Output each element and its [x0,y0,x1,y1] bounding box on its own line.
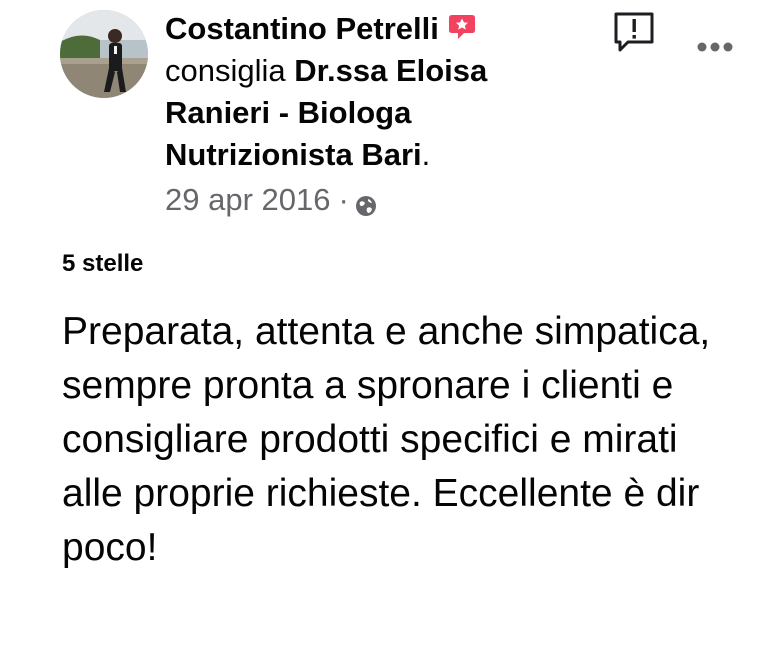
review-post: Costantino Petrelli consiglia Dr.ssa Elo… [0,0,771,658]
more-options-icon[interactable] [695,40,735,54]
avatar-photo [60,10,148,98]
recommend-icon [447,11,477,41]
action-punct: . [421,137,431,172]
author-line: Costantino Petrelli [165,8,585,50]
rating-label: 5 stelle [62,250,144,277]
review-text: Preparata, attenta e anche simpatica, se… [62,310,711,569]
report-icon[interactable] [612,10,656,54]
post-meta: 29 apr 2016 · [165,180,585,220]
post-header: Costantino Petrelli consiglia Dr.ssa Elo… [165,8,585,220]
action-verb: consiglia [165,53,286,88]
author-name[interactable]: Costantino Petrelli [165,11,439,47]
globe-icon [355,189,377,216]
action-text: consiglia Dr.ssa Eloisa Ranieri - Biolog… [165,50,585,176]
post-date[interactable]: 29 apr 2016 [165,182,330,218]
meta-separator: · [338,182,349,217]
avatar[interactable] [60,10,148,98]
